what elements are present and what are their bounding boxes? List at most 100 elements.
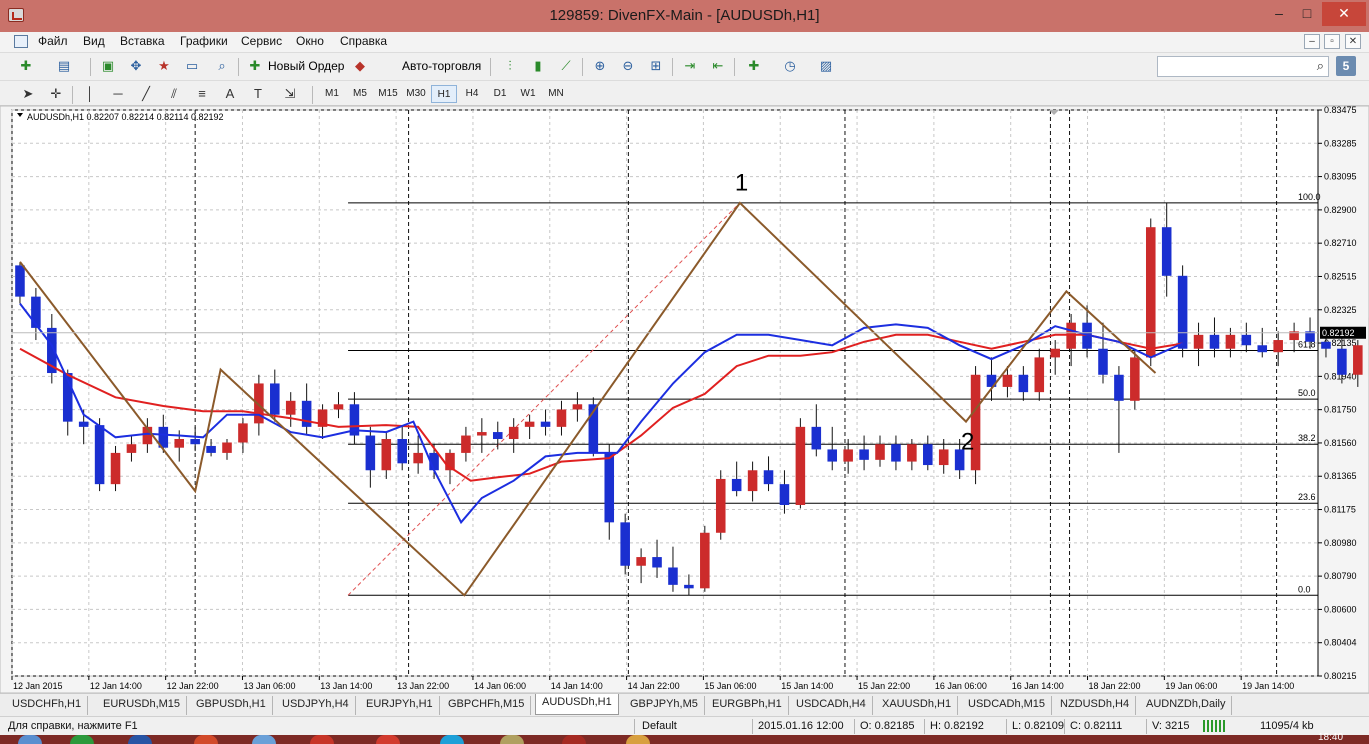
taskbar-app-icon[interactable] xyxy=(252,735,276,744)
new-order-button[interactable]: Новый Ордер xyxy=(268,59,344,73)
tab-gbpchfh-m15[interactable]: GBPCHFh,M15 xyxy=(442,696,532,715)
x-tick-label: 16 Jan 06:00 xyxy=(935,681,987,691)
taskbar-app-icon[interactable] xyxy=(562,735,586,744)
indicators-icon[interactable]: ✚ xyxy=(744,57,764,75)
tile-windows-icon[interactable]: ⊞ xyxy=(646,57,666,75)
status-close: C: 0.82111 xyxy=(1070,720,1123,732)
notifications-badge[interactable]: 5 xyxy=(1336,56,1356,76)
menu-help[interactable]: Справка xyxy=(340,34,387,50)
close-button[interactable]: ✕ xyxy=(1322,2,1366,26)
title-bar[interactable]: 129859: DivenFX-Main - [AUDUSDh,H1] ‒ □ … xyxy=(0,0,1369,32)
menu-window[interactable]: Окно xyxy=(296,34,324,50)
taskbar-app-icon[interactable] xyxy=(376,735,400,744)
maximize-button[interactable]: □ xyxy=(1294,2,1320,26)
tab-eurusdh-m15[interactable]: EURUSDh,M15 xyxy=(97,696,188,715)
arrows-icon[interactable]: ⇲ xyxy=(280,85,300,103)
market-watch-icon[interactable]: ▣ xyxy=(98,57,118,75)
fibonacci-icon[interactable]: ≡ xyxy=(192,85,212,103)
y-tick-label: 0.81750 xyxy=(1324,405,1357,415)
periods-icon[interactable]: ◷ xyxy=(780,57,800,75)
menu-insert[interactable]: Вставка xyxy=(120,34,165,50)
connection-bars-icon[interactable] xyxy=(1203,720,1225,732)
mdi-close-button[interactable]: ✕ xyxy=(1345,34,1361,49)
chart-document-icon[interactable] xyxy=(14,35,28,48)
text-tool-icon[interactable]: A xyxy=(220,85,240,103)
data-window-icon[interactable]: ✥ xyxy=(126,57,146,75)
taskbar-app-icon[interactable] xyxy=(440,735,464,744)
candlestick-chart-icon[interactable]: ▮ xyxy=(528,57,548,75)
status-traffic: 11095/4 kb xyxy=(1260,720,1314,732)
taskbar-app-icon[interactable] xyxy=(128,735,152,744)
period-m5[interactable]: M5 xyxy=(347,85,373,103)
strategy-tester-icon[interactable]: ⌕ xyxy=(212,57,232,75)
vertical-line-icon[interactable]: │ xyxy=(80,85,100,103)
candle-bear xyxy=(540,421,551,427)
taskbar-app-icon[interactable] xyxy=(310,735,334,744)
mdi-restore-button[interactable]: ▫ xyxy=(1324,34,1340,49)
tab-audusdh-h1[interactable]: AUDUSDh,H1 xyxy=(535,694,619,715)
crosshair-icon[interactable]: ✛ xyxy=(46,85,66,103)
candle-bull xyxy=(938,449,949,466)
minimize-button[interactable]: ‒ xyxy=(1266,2,1292,26)
tab-usdcadh-h4[interactable]: USDCADh,H4 xyxy=(790,696,873,715)
candle-bull xyxy=(1193,334,1204,349)
tab-gbpjpyh-m5[interactable]: GBPJPYh,M5 xyxy=(624,696,705,715)
period-d1[interactable]: D1 xyxy=(487,85,513,103)
candle-bear xyxy=(1098,348,1108,375)
price-chart[interactable]: 0.83475 0.83285 0.83095 0.82900 0.82710 0.825… xyxy=(0,106,1369,693)
tab-usdchfh-h1[interactable]: USDCHFh,H1 xyxy=(6,696,89,715)
tab-usdjpyh-h4[interactable]: USDJPYh,H4 xyxy=(276,696,356,715)
period-h4[interactable]: H4 xyxy=(459,85,485,103)
auto-trading-button[interactable]: Авто-торговля xyxy=(402,59,481,73)
menu-charts[interactable]: Графики xyxy=(180,34,228,50)
tab-gbpusdh-h1[interactable]: GBPUSDh,H1 xyxy=(190,696,273,715)
period-w1[interactable]: W1 xyxy=(515,85,541,103)
tab-audnzdh-daily[interactable]: AUDNZDh,Daily xyxy=(1140,696,1233,715)
taskbar-app-icon[interactable] xyxy=(70,735,94,744)
tab-nzdusdh-h4[interactable]: NZDUSDh,H4 xyxy=(1054,696,1137,715)
taskbar-app-icon[interactable] xyxy=(194,735,218,744)
auto-trading-icon[interactable]: ◆ xyxy=(350,57,370,75)
trendline-icon[interactable]: ╱ xyxy=(136,85,156,103)
templates-icon[interactable]: ▨ xyxy=(816,57,836,75)
chart-window[interactable]: 0.83475 0.83285 0.83095 0.82900 0.82710 0.825… xyxy=(0,106,1369,693)
period-m15[interactable]: M15 xyxy=(375,85,401,103)
start-icon[interactable] xyxy=(18,735,42,744)
menu-tools[interactable]: Сервис xyxy=(241,34,282,50)
zoom-in-icon[interactable]: ⊕ xyxy=(590,57,610,75)
taskbar-app-icon[interactable] xyxy=(500,735,524,744)
menu-file[interactable]: Файл xyxy=(38,34,68,50)
period-h1[interactable]: H1 xyxy=(431,85,457,103)
terminal-icon[interactable]: ▭ xyxy=(182,57,202,75)
cursor-arrow-icon[interactable]: ➤ xyxy=(18,85,38,103)
label-tool-icon[interactable]: T xyxy=(248,85,268,103)
mdi-minimize-button[interactable]: – xyxy=(1304,34,1320,49)
period-m1[interactable]: M1 xyxy=(319,85,345,103)
bar-chart-icon[interactable]: ⫶ xyxy=(500,57,520,75)
x-tick-label: 19 Jan 06:00 xyxy=(1165,681,1217,691)
profiles-icon[interactable]: ▤ xyxy=(54,57,74,75)
horizontal-line-icon[interactable]: ─ xyxy=(108,85,128,103)
new-order-icon[interactable]: ✚ xyxy=(245,57,265,75)
menu-view[interactable]: Вид xyxy=(83,34,105,50)
autoscroll-icon[interactable]: ⇥ xyxy=(680,57,700,75)
y-tick-label: 0.80600 xyxy=(1324,604,1357,614)
zoom-out-icon[interactable]: ⊖ xyxy=(618,57,638,75)
search-input[interactable]: ⌕ xyxy=(1157,56,1329,77)
search-icon[interactable]: ⌕ xyxy=(1317,58,1324,74)
drawing-toolbar: ➤ ✛ │ ─ ╱ ⫽ ≡ A T ⇲ M1 M5 M15 M30 H1 H4 … xyxy=(0,80,1369,106)
line-chart-icon[interactable]: ⟋ xyxy=(556,57,576,75)
chart-shift-icon[interactable]: ⇤ xyxy=(708,57,728,75)
new-chart-icon[interactable]: ✚ xyxy=(16,57,36,75)
tab-usdcadh-m15[interactable]: USDCADh,M15 xyxy=(962,696,1053,715)
taskbar-app-icon[interactable] xyxy=(626,735,650,744)
navigator-icon[interactable]: ★ xyxy=(154,57,174,75)
tab-eurgbph-h1[interactable]: EURGBPh,H1 xyxy=(706,696,789,715)
period-m30[interactable]: M30 xyxy=(403,85,429,103)
tab-eurjpyh-h1[interactable]: EURJPYh,H1 xyxy=(360,696,440,715)
period-mn[interactable]: MN xyxy=(543,85,569,103)
candle-bull xyxy=(875,444,885,460)
standard-toolbar: ✚ ▤ ▣ ✥ ★ ▭ ⌕ ✚ Новый Ордер ◆ Авто-торго… xyxy=(0,52,1369,80)
tab-xauusdh-h1[interactable]: XAUUSDh,H1 xyxy=(876,696,959,715)
equidistant-channel-icon[interactable]: ⫽ xyxy=(164,85,184,103)
